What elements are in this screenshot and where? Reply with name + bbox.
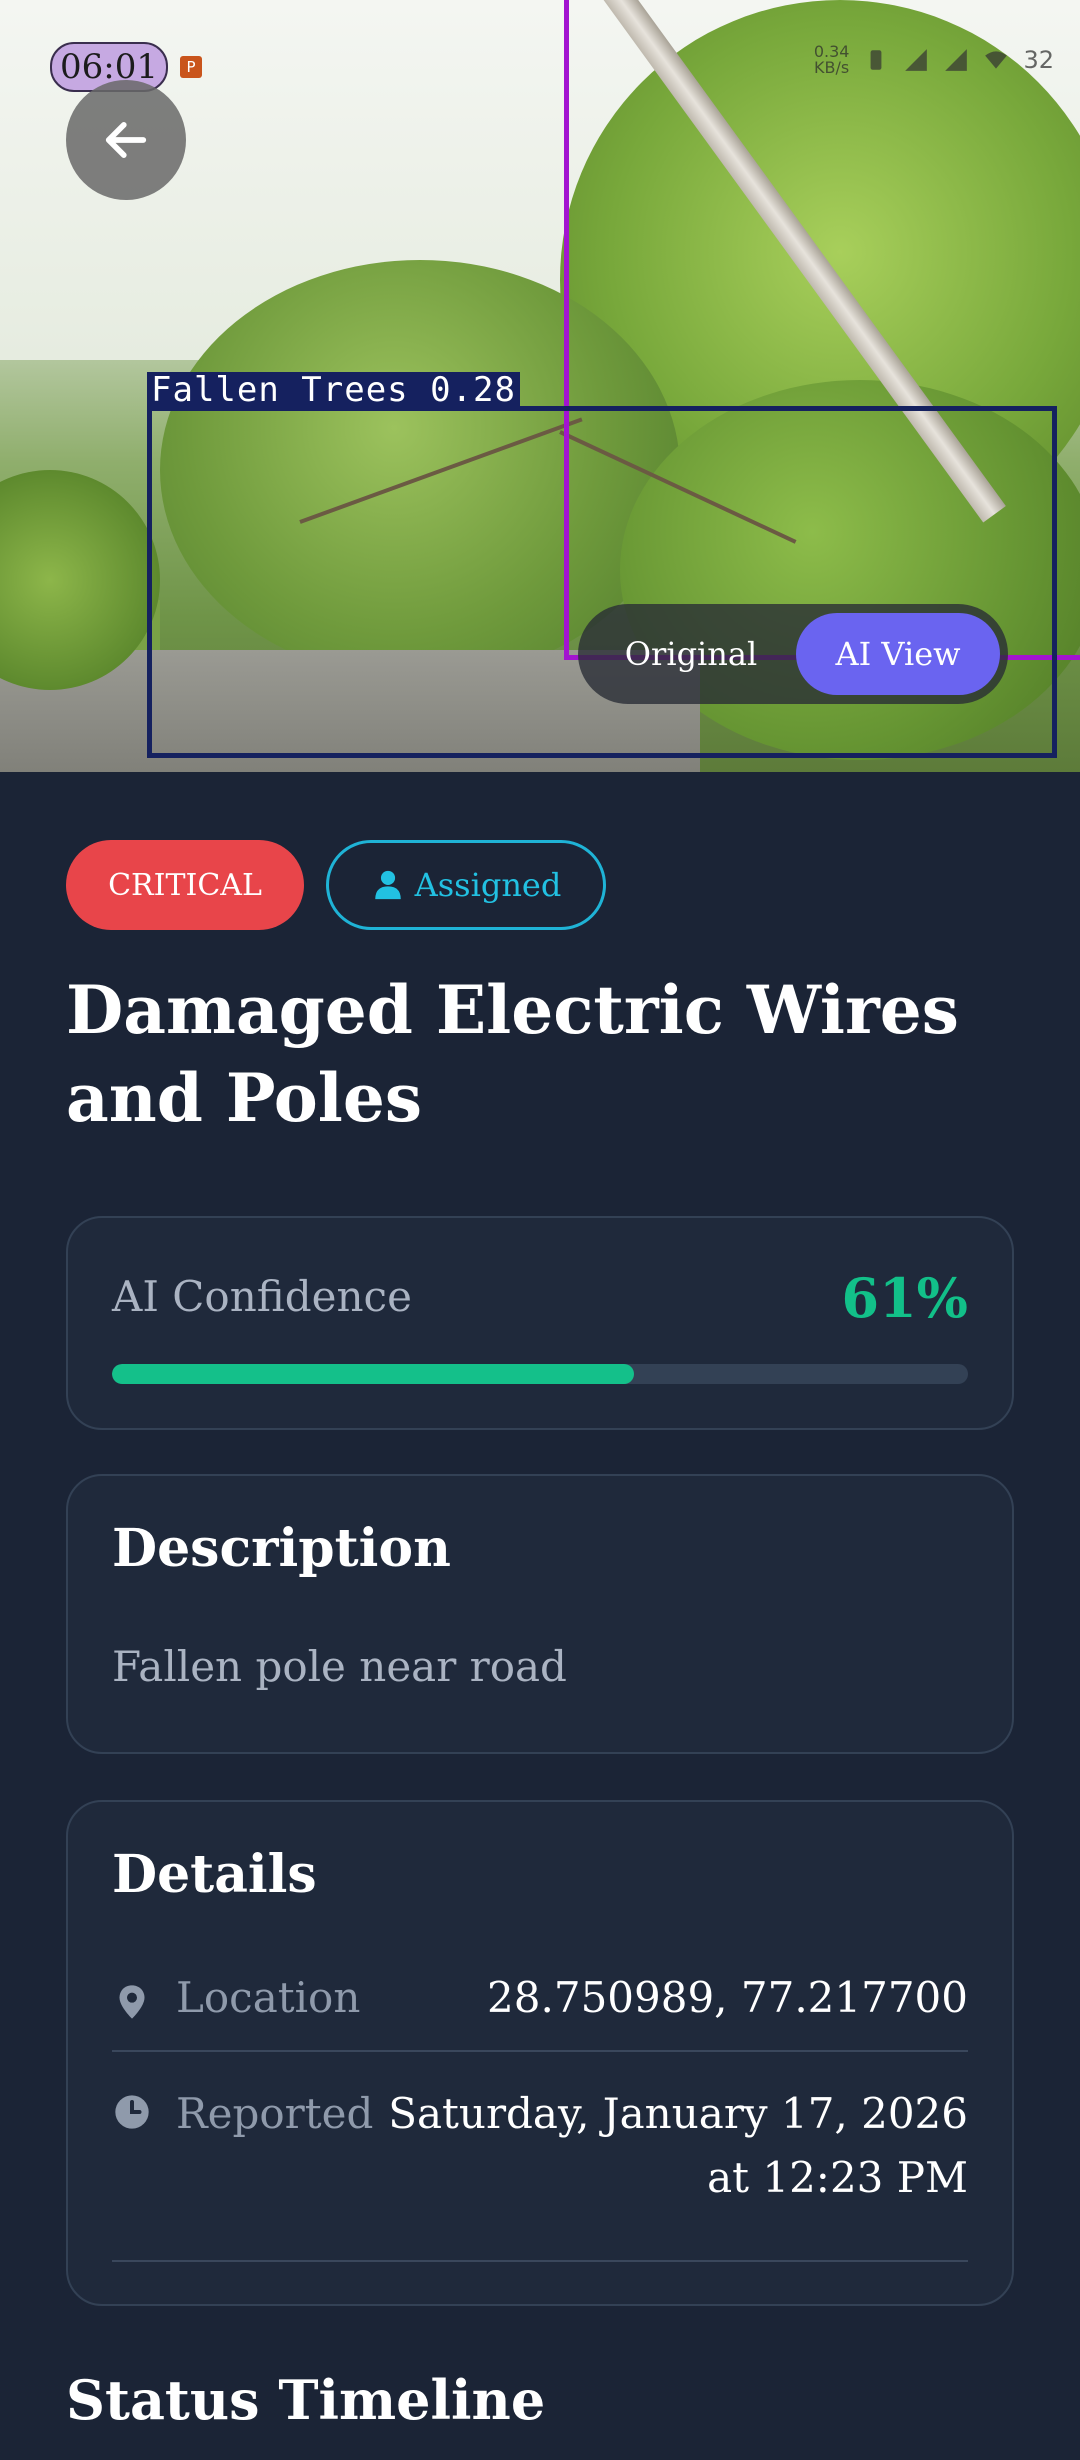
reported-time: at 12:23 PM <box>707 2153 968 2202</box>
data-speed-unit: KB/s <box>814 58 850 77</box>
person-icon <box>374 870 401 900</box>
location-value: 28.750989, 77.217700 <box>487 1973 968 2022</box>
detail-row-location: Location 28.750989, 77.217700 <box>112 1972 968 2052</box>
page-title: Damaged Electric Wires and Poles <box>66 971 959 1137</box>
reported-label: Reported <box>176 2089 374 2138</box>
description-text: Fallen pole near road <box>112 1642 567 1691</box>
vibrate-icon <box>871 50 882 70</box>
toggle-ai-view[interactable]: AI View <box>796 613 1000 695</box>
confidence-progress-track <box>112 1364 968 1384</box>
badge-row: CRITICAL Assigned <box>66 840 606 930</box>
confidence-progress-fill <box>112 1364 635 1384</box>
ai-detection-label: Fallen Trees 0.28 <box>147 372 520 408</box>
report-image: Fallen Trees 0.28 06:01 P 0.34 KB/s 32 O… <box>0 0 1080 772</box>
location-pin-icon <box>119 1985 145 2019</box>
reported-value: Saturday, January 17, 2026 at 12:23 PM <box>388 2082 968 2210</box>
clock-icon <box>115 2095 149 2129</box>
toggle-original[interactable]: Original <box>586 613 796 695</box>
status-badge: Assigned <box>326 840 606 930</box>
back-button[interactable] <box>66 80 186 200</box>
details-heading: Details <box>112 1844 317 1905</box>
battery-level: 32 <box>1023 46 1054 74</box>
confidence-value: 61% <box>841 1266 968 1330</box>
reported-date: Saturday, January 17, 2026 <box>388 2089 968 2138</box>
status-badge-label: Assigned <box>414 866 562 904</box>
arrow-left-icon <box>105 122 147 158</box>
description-card: Description Fallen pole near road <box>66 1474 1014 1754</box>
detail-row-reported: Reported Saturday, January 17, 2026 at 1… <box>112 2082 968 2262</box>
location-label: Location <box>176 1973 361 2022</box>
wifi-icon <box>985 51 1008 69</box>
details-card: Details Location 28.750989, 77.217700 Re… <box>66 1800 1014 2306</box>
signal-icon <box>945 49 968 71</box>
status-bar-indicators: 0.34 KB/s 32 <box>814 44 1054 76</box>
ai-confidence-card: AI Confidence 61% <box>66 1216 1014 1430</box>
ai-detection-box <box>147 406 1057 758</box>
status-timeline-heading: Status Timeline <box>66 2368 546 2432</box>
signal-icon <box>905 49 928 71</box>
description-heading: Description <box>112 1518 451 1579</box>
image-view-toggle: Original AI View <box>578 604 1008 704</box>
severity-badge: CRITICAL <box>66 840 304 930</box>
data-speed: 0.34 KB/s <box>814 44 850 76</box>
notification-icon: P <box>180 56 202 78</box>
confidence-label: AI Confidence <box>112 1272 412 1321</box>
